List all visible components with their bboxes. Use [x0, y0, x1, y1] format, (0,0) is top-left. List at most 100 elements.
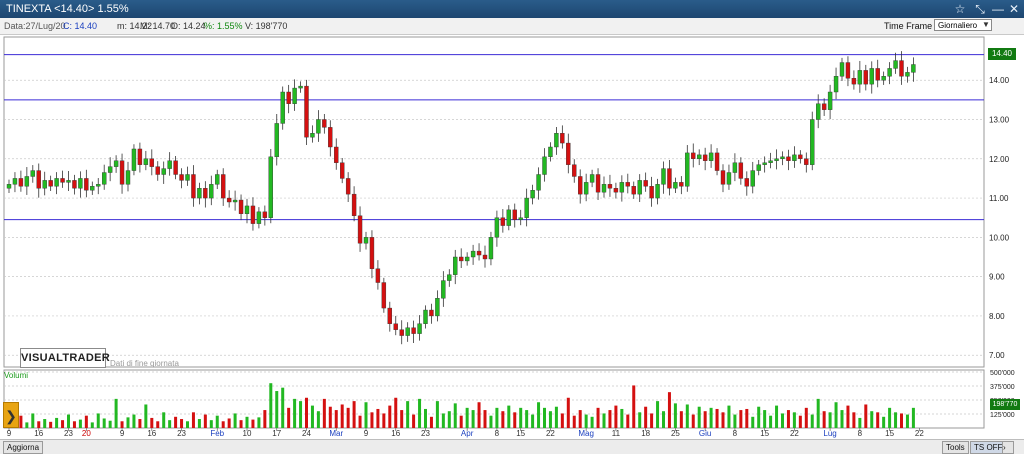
date-tick-label: 24 [302, 429, 311, 438]
tools-button[interactable]: Tools [942, 441, 969, 454]
volume-bar [352, 401, 356, 428]
star-icon[interactable]: ☆ [952, 2, 968, 16]
volume-bar [400, 410, 404, 428]
candle-body [274, 123, 279, 158]
candle-body [375, 268, 381, 283]
volume-bar [429, 416, 433, 428]
candle-body [667, 168, 672, 189]
candle-body [292, 87, 297, 104]
date-tick-label: 23 [177, 429, 186, 438]
candle-body [816, 103, 821, 120]
volume-bar [209, 420, 213, 428]
candle-body [226, 197, 232, 203]
volume-bar [769, 415, 773, 428]
candle-body [36, 170, 41, 189]
volume-bar [834, 402, 838, 428]
candle-body [369, 237, 375, 269]
candle-body [601, 184, 607, 193]
scroll-right-arrow-icon[interactable]: ❯ [3, 402, 19, 428]
pct-value: %: 1.55% [204, 21, 243, 31]
last-price-tag: 14.40 [988, 48, 1016, 60]
candle-body [72, 180, 77, 189]
candle-body [887, 68, 892, 77]
candle-body [810, 119, 815, 165]
candle-body [54, 178, 59, 187]
candle-body [851, 78, 857, 85]
candle-body [756, 164, 761, 171]
timeframe-label: Time Frame [884, 21, 933, 31]
candle-body [792, 154, 797, 161]
candle-body [506, 209, 511, 226]
volume-bar [394, 397, 398, 428]
volume-axis: 500'000375'000250'000125'000 [990, 370, 1015, 419]
volume-bar [221, 421, 225, 428]
candle-body [512, 209, 517, 220]
candle-body [310, 133, 315, 138]
volume-bar [525, 410, 529, 428]
price-tick-label: 11.00 [989, 194, 1009, 203]
candle-body [66, 180, 71, 183]
volume-bar [804, 407, 808, 428]
volume-label: Volumi [4, 371, 29, 380]
close-icon[interactable]: ✕ [1006, 2, 1022, 16]
candle-body [191, 174, 196, 199]
candle-body [482, 254, 488, 260]
date-tick-label: 15 [760, 429, 769, 438]
date-tick-label: 17 [272, 429, 281, 438]
chevron-right-icon[interactable]: › [1002, 441, 1014, 454]
date-tick-label: 16 [34, 429, 43, 438]
volume-bar [406, 401, 410, 428]
ts-off-button[interactable]: TS OFF [970, 441, 1007, 454]
update-button[interactable]: Aggiorna [3, 441, 44, 454]
price-tick-label: 7.00 [989, 351, 1005, 360]
date-tick-label: 9 [7, 429, 12, 438]
volume-bar [215, 415, 219, 428]
app-window: TINEXTA <14.40> 1.55% ☆ ⤡ — ✕ Data:27/Lu… [0, 0, 1024, 454]
candle-body [447, 274, 452, 281]
volume-bar [519, 407, 523, 428]
volume-bar [882, 416, 886, 428]
candle-body [203, 188, 208, 199]
candle-body [911, 64, 916, 73]
volume-bar [543, 407, 546, 428]
volume-bar [144, 404, 148, 428]
candle-body [625, 182, 630, 187]
candle-body [357, 215, 363, 244]
volume-bar [358, 415, 362, 428]
candle-body [697, 154, 702, 159]
minimize-icon[interactable]: — [990, 2, 1006, 16]
volume-bar [447, 411, 451, 428]
price-chart[interactable]: 14.00 13.00 12.00 11.00 10.00 9.00 8.00 7.00 50… [0, 34, 1024, 439]
chevron-down-icon[interactable]: ▼ [981, 20, 991, 30]
candle-body [774, 158, 779, 161]
candle-body [518, 217, 523, 220]
candle-body [453, 256, 458, 275]
date-tick-label: 20 [82, 429, 91, 438]
price-tick-label: 9.00 [989, 273, 1005, 282]
volume-bar [911, 407, 915, 428]
candle-body [179, 174, 184, 181]
date-tick-label: 11 [612, 429, 621, 438]
volume-bar [251, 419, 255, 428]
candle-body [786, 156, 791, 161]
candle-body [833, 76, 839, 93]
candle-body [643, 180, 648, 187]
resize-arrow-icon[interactable]: ⤡ [972, 2, 988, 16]
volume-bar [102, 418, 106, 428]
candle-body [161, 168, 166, 175]
volume-bar [531, 414, 535, 428]
price-tick-label: 13.00 [989, 116, 1010, 125]
volume-bar [775, 405, 779, 428]
volume-bar [667, 392, 671, 428]
candle-body [96, 184, 101, 187]
candle-body [530, 190, 535, 199]
candle-body [125, 170, 131, 185]
volume-bar [281, 387, 285, 428]
volume-bar [852, 412, 856, 428]
candle-body [60, 178, 65, 183]
date-tick-label: Feb [210, 429, 224, 438]
volume-bar [245, 416, 249, 428]
candle-body [238, 199, 244, 214]
window-title: TINEXTA <14.40> 1.55% [6, 3, 129, 15]
candle-body [536, 174, 541, 191]
